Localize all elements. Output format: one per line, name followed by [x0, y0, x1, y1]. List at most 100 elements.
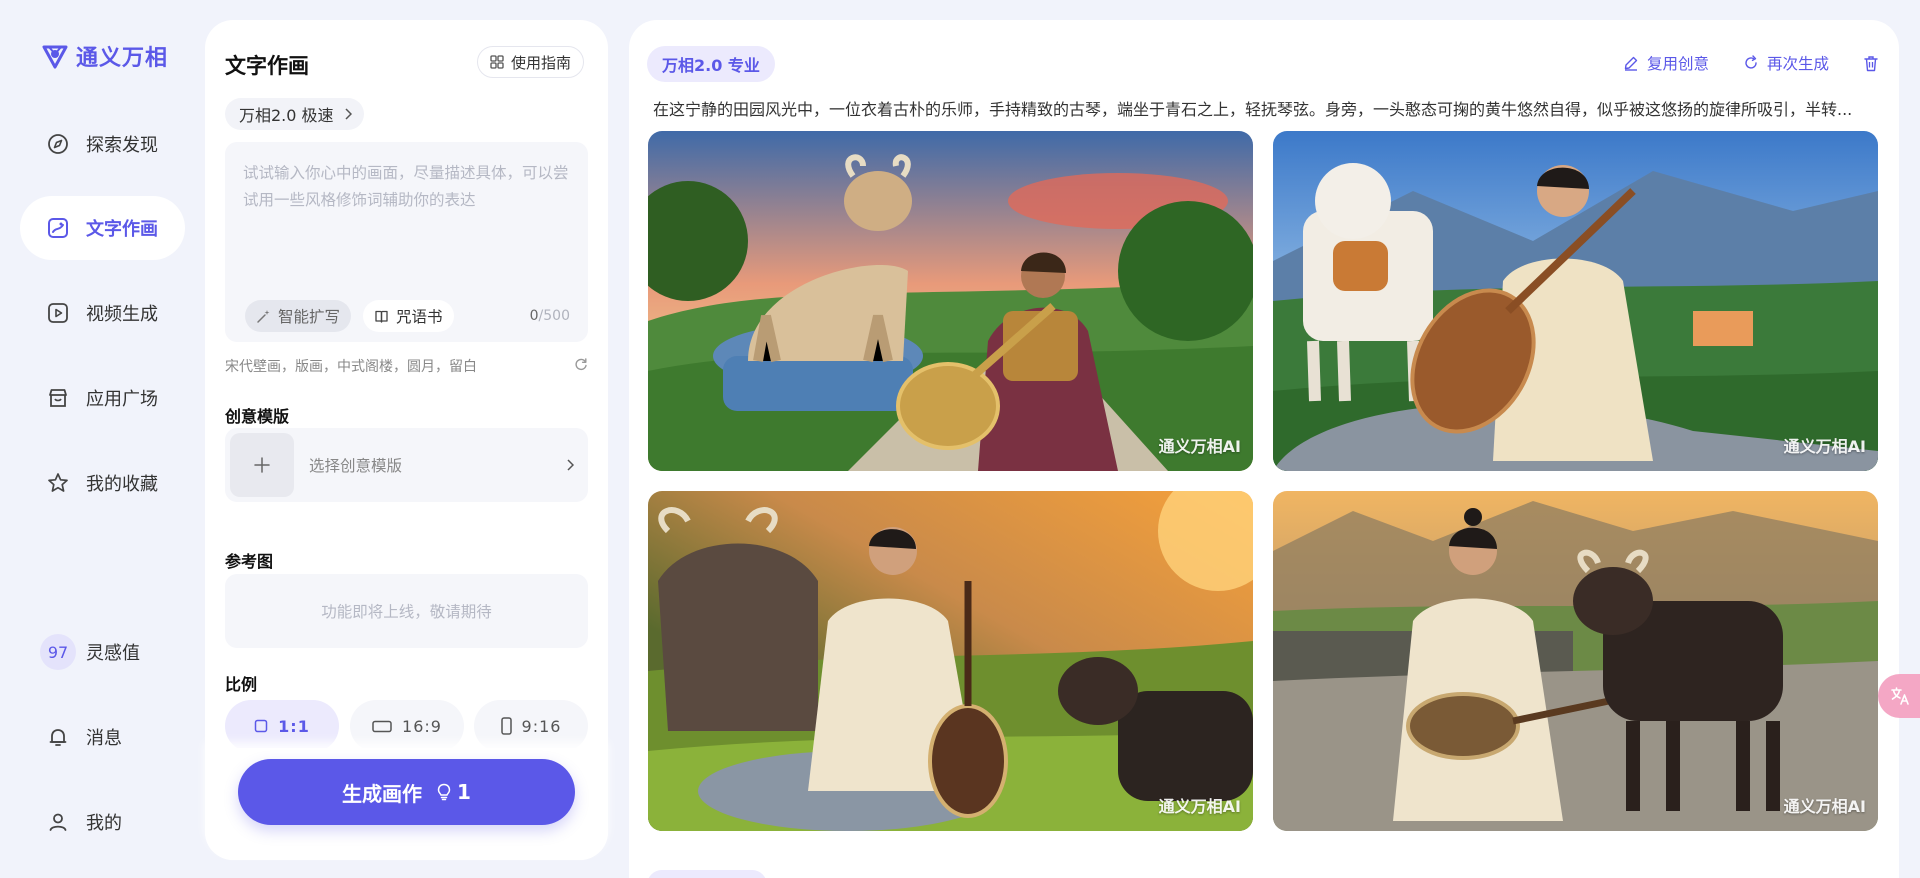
- next-result-tag: [647, 870, 767, 878]
- inspiration-count-badge: 97: [40, 634, 76, 670]
- chevron-right-icon: [567, 459, 574, 471]
- reference-image-box: 功能即将上线，敬请期待: [225, 574, 588, 648]
- play-icon: [46, 301, 70, 325]
- redo-icon: [1745, 55, 1757, 69]
- result-actions: 复用创意 再次生成: [1623, 52, 1879, 74]
- style-hints[interactable]: 宋代壁画，版画，中式阁楼，圆月，留白: [225, 356, 477, 376]
- result-image-3[interactable]: 通义万相AI: [648, 491, 1253, 831]
- nav-item-label: 应用广场: [86, 389, 158, 410]
- guide-label: 使用指南: [511, 53, 572, 72]
- nav-item-label: 我的收藏: [86, 474, 158, 495]
- compass-icon: [46, 132, 70, 156]
- add-template-tile[interactable]: [230, 433, 294, 497]
- results-panel: 万相2.0 专业 复用创意 再次生成 在这宁静的田园风光中，一位衣着古朴的乐师，…: [629, 20, 1899, 878]
- brand-name: 通义万相: [76, 46, 169, 71]
- reuse-label: 复用创意: [1646, 55, 1709, 73]
- ratio-16-9-button[interactable]: 16:9: [350, 700, 464, 752]
- nav-item-label: 消息: [86, 728, 122, 749]
- nav-item-label: 视频生成: [86, 304, 158, 325]
- watermark-text: 通义万相AI: [1158, 797, 1241, 816]
- nav-item-me[interactable]: 我的: [20, 790, 185, 854]
- result-image-art: [648, 131, 1253, 471]
- bell-icon: [46, 725, 70, 749]
- star-icon: [46, 471, 70, 495]
- plus-icon: [254, 457, 270, 473]
- watermark-text: 通义万相AI: [1783, 437, 1866, 456]
- trash-icon: [1864, 55, 1878, 71]
- assistant-float-button[interactable]: [1878, 674, 1920, 718]
- result-image-art: [648, 491, 1253, 831]
- book-icon: [375, 310, 388, 323]
- template-selector[interactable]: 选择创意模版: [225, 428, 588, 502]
- result-model-tag: 万相2.0 专业: [647, 46, 775, 82]
- generate-cost: 1: [436, 780, 471, 804]
- watermark-text: 通义万相AI: [1783, 797, 1866, 816]
- regenerate-label: 再次生成: [1766, 55, 1829, 73]
- regenerate-button[interactable]: 再次生成: [1743, 52, 1829, 74]
- prompt-box: 智能扩写 咒语书 0/500: [225, 142, 588, 342]
- edit-icon: [1624, 56, 1638, 71]
- ratio-section-title: 比例: [225, 675, 258, 694]
- nav-item-label: 文字作画: [86, 219, 158, 240]
- nav-item-video[interactable]: 视频生成: [20, 281, 185, 345]
- reference-placeholder: 功能即将上线，敬请期待: [321, 603, 492, 621]
- portrait-icon: [500, 717, 512, 735]
- result-image-2[interactable]: 通义万相AI: [1273, 131, 1878, 471]
- model-selector[interactable]: 万相2.0 极速: [225, 98, 364, 130]
- nav-item-explore[interactable]: 探索发现: [20, 112, 185, 176]
- model-label: 万相2.0 极速: [239, 106, 334, 125]
- generate-label: 生成画作: [342, 781, 423, 806]
- user-icon: [46, 810, 70, 834]
- delete-button[interactable]: [1863, 55, 1879, 72]
- nav-item-messages[interactable]: 消息: [20, 705, 185, 769]
- watermark: 通义万相AI: [1159, 793, 1241, 817]
- result-image-art: [1273, 491, 1878, 831]
- smart-expand-button[interactable]: 智能扩写: [245, 300, 352, 332]
- template-placeholder: 选择创意模版: [309, 457, 403, 475]
- smart-expand-label: 智能扩写: [278, 308, 341, 326]
- sidebar-nav: 通义万相 探索发现 文字作画 视频生成 应用广场 我的收藏 97 灵感值 消息 …: [0, 0, 200, 878]
- watermark: 通义万相AI: [1159, 433, 1241, 457]
- picture-icon: [46, 216, 70, 240]
- char-max: /500: [538, 308, 570, 324]
- grid-icon: [490, 55, 504, 69]
- watermark: 通义万相AI: [1784, 433, 1866, 457]
- panel-title: 文字作画: [225, 54, 309, 78]
- result-image-art: [1273, 131, 1878, 471]
- nav-item-apps[interactable]: 应用广场: [20, 366, 185, 430]
- lightbulb-icon: [437, 783, 451, 801]
- spellbook-button[interactable]: 咒语书: [363, 300, 454, 332]
- result-image-1[interactable]: 通义万相AI: [648, 131, 1253, 471]
- char-count: 0: [529, 308, 539, 324]
- char-counter: 0/500: [530, 308, 570, 324]
- nav-item-inspiration[interactable]: 97 灵感值: [20, 620, 185, 684]
- refresh-icon[interactable]: [573, 356, 589, 372]
- template-section-title: 创意模版: [225, 407, 290, 426]
- generate-button[interactable]: 生成画作 1: [238, 759, 575, 825]
- brand-logo[interactable]: 通义万相: [40, 40, 168, 72]
- ratio-label: 9:16: [521, 716, 562, 736]
- result-image-4[interactable]: 通义万相AI: [1273, 491, 1878, 831]
- nav-item-label: 我的: [86, 813, 122, 834]
- watermark-text: 通义万相AI: [1158, 437, 1241, 456]
- watermark: 通义万相AI: [1784, 793, 1866, 817]
- reuse-button[interactable]: 复用创意: [1623, 52, 1709, 74]
- guide-button[interactable]: 使用指南: [477, 46, 585, 78]
- nav-item-label: 探索发现: [86, 135, 158, 156]
- store-icon: [46, 386, 70, 410]
- chevron-right-icon: [345, 108, 352, 120]
- logo-icon: [42, 45, 68, 69]
- result-prompt-text: 在这宁静的田园风光中，一位衣着古朴的乐师，手持精致的古琴，端坐于青石之上，轻抚琴…: [653, 100, 1853, 119]
- ratio-1-1-button[interactable]: 1:1: [225, 700, 339, 752]
- ratio-label: 1:1: [278, 716, 310, 736]
- square-icon: [254, 719, 268, 733]
- translate-icon: [1891, 687, 1909, 705]
- ratio-label: 16:9: [402, 716, 442, 736]
- nav-item-favorites[interactable]: 我的收藏: [20, 451, 185, 515]
- reference-section-title: 参考图: [225, 552, 274, 571]
- landscape-icon: [372, 720, 392, 732]
- ratio-9-16-button[interactable]: 9:16: [474, 700, 588, 752]
- generate-cost-value: 1: [457, 780, 471, 804]
- nav-item-text-to-image[interactable]: 文字作画: [20, 196, 185, 260]
- prompt-input[interactable]: [243, 160, 573, 270]
